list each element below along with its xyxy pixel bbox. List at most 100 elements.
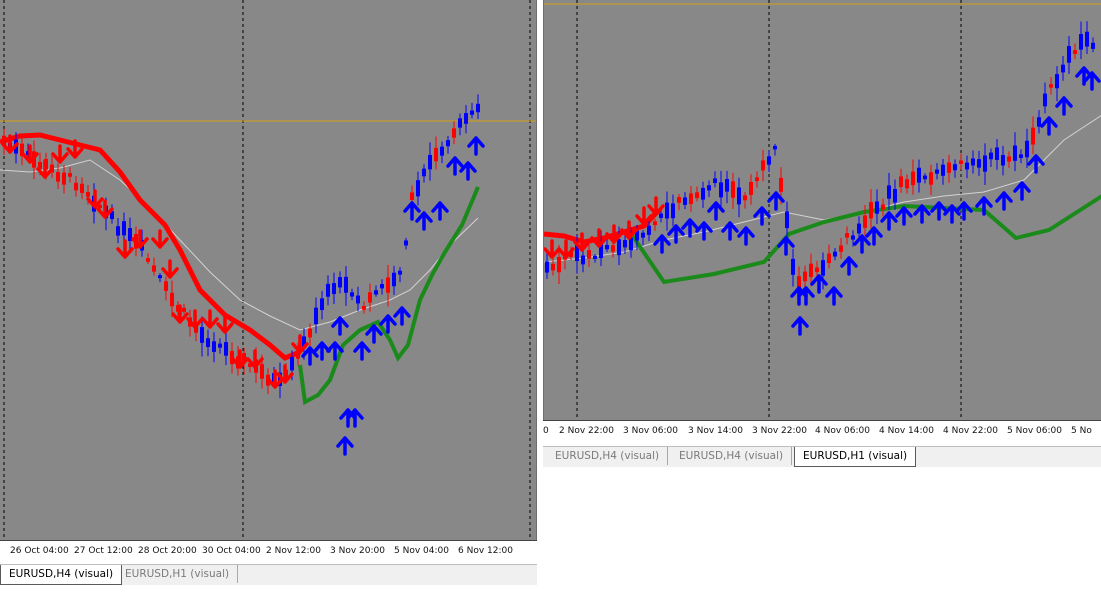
candle-body: [923, 175, 927, 180]
candle-body: [260, 364, 264, 379]
buy-arrow-icon: [415, 211, 433, 231]
candle-body: [761, 160, 765, 171]
candle-body: [116, 226, 120, 236]
candle-body: [671, 203, 675, 219]
buy-arrow-icon: [1040, 116, 1058, 136]
candle-body: [893, 189, 897, 203]
candle-body: [1007, 156, 1011, 162]
buy-arrow-icon: [895, 206, 913, 226]
price-chart-area[interactable]: [0, 0, 537, 540]
buy-arrow-icon: [667, 224, 685, 244]
tab-eurusd-h1[interactable]: EURUSD,H1 (visual): [117, 565, 239, 583]
candle-body: [452, 128, 456, 138]
candle-body: [887, 185, 891, 199]
candle-body: [779, 177, 783, 192]
candle-body: [737, 187, 741, 205]
buy-arrow-icon: [365, 324, 383, 344]
candle-body: [74, 182, 78, 191]
tab-eurusd-h4[interactable]: EURUSD,H4 (visual): [671, 447, 793, 465]
chart-canvas[interactable]: [544, 0, 1101, 420]
candle-body: [881, 204, 885, 210]
candle-body: [1031, 127, 1035, 145]
candle-body: [977, 159, 981, 168]
candle-body: [470, 110, 474, 115]
candle-body: [653, 221, 657, 226]
chart-window-eurusd-h4[interactable]: 26 Oct 04:00 27 Oct 12:00 28 Oct 20:00 3…: [0, 0, 538, 593]
candle-body: [851, 235, 855, 240]
candle-body: [1073, 50, 1077, 54]
candle-body: [1061, 64, 1065, 73]
tab-eurusd-h4[interactable]: EURUSD,H4 (visual): [547, 447, 669, 465]
candle-body: [767, 156, 771, 165]
buy-arrow-icon: [840, 256, 858, 276]
candle-body: [350, 292, 354, 297]
tab-eurusd-h4[interactable]: EURUSD,H4 (visual): [0, 565, 123, 585]
buy-arrow-icon: [853, 234, 871, 254]
candle-body: [557, 256, 561, 273]
candle-body: [965, 162, 969, 170]
candle-body: [1037, 117, 1041, 127]
chart-tab-bar: EURUSD,H4 (visual) EURUSD,H1 (visual): [0, 564, 537, 585]
sell-arrow-icon: [151, 229, 169, 249]
buy-arrow-icon: [753, 206, 771, 226]
candle-body: [725, 179, 729, 192]
candle-body: [755, 177, 759, 182]
candle-body: [1067, 46, 1071, 63]
time-axis: 26 Oct 04:00 27 Oct 12:00 28 Oct 20:00 3…: [0, 540, 537, 563]
buy-arrow-icon: [336, 436, 354, 456]
candle-body: [344, 276, 348, 293]
candle-body: [428, 154, 432, 170]
candle-body: [647, 225, 651, 235]
time-label: 4 Nov 06:00: [815, 426, 870, 436]
candle-body: [218, 343, 222, 348]
chart-canvas[interactable]: [0, 0, 536, 540]
candle-body: [206, 338, 210, 348]
chart-window-eurusd-h1[interactable]: 0 2 Nov 22:00 3 Nov 06:00 3 Nov 14:00 3 …: [543, 0, 1101, 480]
candle-body: [857, 223, 861, 234]
candlestick-series: [545, 21, 1095, 307]
candle-body: [731, 181, 735, 198]
time-label: 5 Nov 06:00: [1007, 426, 1062, 436]
time-label: 3 Nov 14:00: [688, 426, 743, 436]
candle-body: [416, 180, 420, 197]
tab-eurusd-h1[interactable]: EURUSD,H1 (visual): [794, 447, 917, 467]
buy-arrow-icon: [403, 201, 421, 221]
candle-body: [821, 260, 825, 276]
candle-body: [683, 197, 687, 205]
time-label: 2 Nov 22:00: [559, 426, 614, 436]
candle-body: [971, 158, 975, 166]
buy-arrow-icon: [695, 221, 713, 241]
time-label: 5 No: [1071, 426, 1092, 436]
time-label: 4 Nov 22:00: [943, 426, 998, 436]
candle-body: [410, 192, 414, 200]
buy-arrow-icon: [930, 201, 948, 221]
buy-arrow-icon: [1027, 154, 1045, 174]
candle-body: [947, 162, 951, 173]
buy-arrow-icon: [825, 286, 843, 306]
candle-body: [440, 146, 444, 156]
candle-body: [623, 240, 627, 248]
sell-arrow-icon: [590, 228, 608, 248]
candle-body: [1085, 31, 1089, 47]
price-chart-area[interactable]: [543, 0, 1101, 420]
candle-body: [677, 197, 681, 203]
candle-body: [983, 155, 987, 172]
candle-body: [1079, 34, 1083, 50]
time-label: 2 Nov 12:00: [266, 546, 321, 556]
candle-body: [713, 178, 717, 184]
candle-body: [899, 176, 903, 187]
candle-body: [545, 261, 549, 273]
candle-body: [1049, 84, 1053, 88]
buy-arrow-icon: [393, 306, 411, 326]
candle-body: [803, 271, 807, 282]
buy-arrow-icon: [431, 201, 449, 221]
time-label: 27 Oct 12:00: [74, 546, 133, 556]
candle-body: [587, 250, 591, 259]
candle-body: [80, 183, 84, 194]
candle-body: [1025, 140, 1029, 158]
candle-body: [581, 255, 585, 265]
candle-body: [953, 164, 957, 171]
buy-arrow-icon: [1083, 71, 1101, 91]
time-label: 28 Oct 20:00: [138, 546, 197, 556]
candle-body: [392, 272, 396, 287]
